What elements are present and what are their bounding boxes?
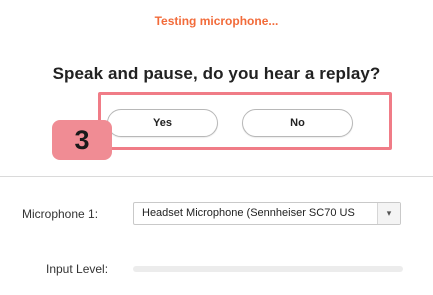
replay-question: Speak and pause, do you hear a replay? (52, 64, 381, 83)
input-level-meter (133, 266, 403, 272)
microphone-select[interactable]: Headset Microphone (Sennheiser SC70 US ▾ (133, 202, 401, 225)
no-button[interactable]: No (242, 109, 353, 137)
microphone-label: Microphone 1: (22, 207, 99, 221)
input-level-label: Input Level: (46, 262, 109, 276)
chevron-down-icon[interactable]: ▾ (377, 203, 400, 224)
microphone-select-value: Headset Microphone (Sennheiser SC70 US (142, 207, 355, 219)
step-badge: 3 (52, 120, 112, 160)
yes-button[interactable]: Yes (107, 109, 218, 137)
status-text: Testing microphone... (154, 14, 279, 28)
divider (0, 176, 433, 177)
